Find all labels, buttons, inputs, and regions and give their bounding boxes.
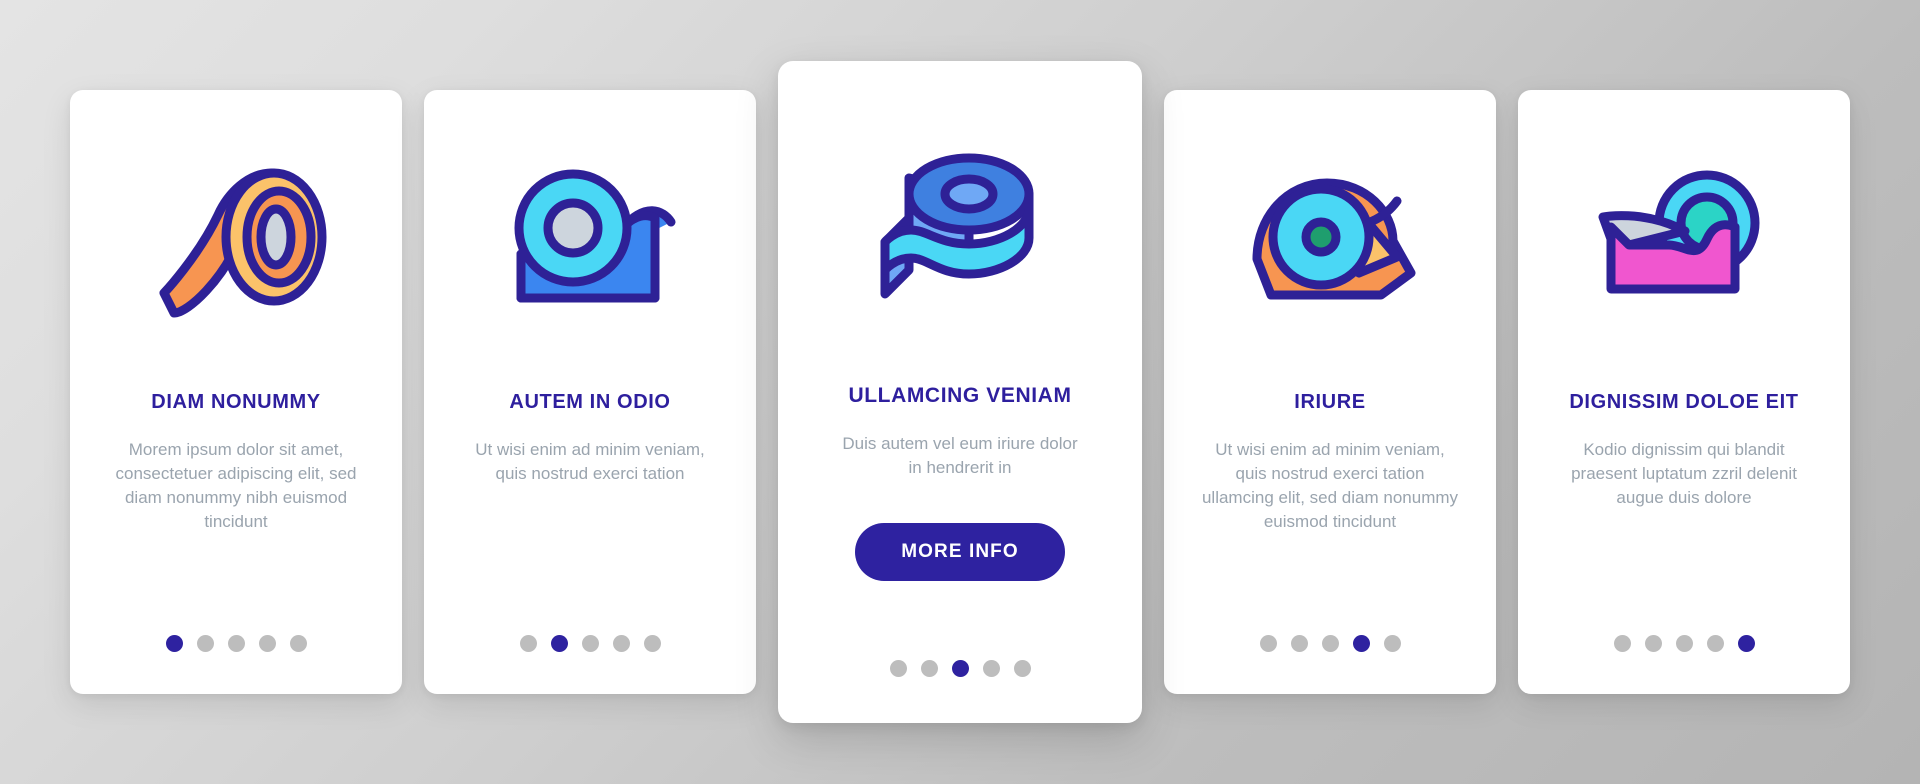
pagination-dot[interactable] bbox=[519, 635, 537, 652]
onboarding-card-1[interactable]: DIAM NONUMMY Morem ipsum dolor sit amet,… bbox=[70, 90, 402, 694]
pagination-dot[interactable] bbox=[1737, 635, 1755, 652]
card-title: DIAM NONUMMY bbox=[151, 391, 321, 413]
pagination-dots[interactable] bbox=[70, 635, 402, 652]
onboarding-card-3-featured[interactable]: ULLAMCING VENIAM Duis autem vel eum iriu… bbox=[778, 61, 1142, 723]
pagination-dot[interactable] bbox=[1613, 635, 1631, 652]
card-title: DIGNISSIM DOLOE EIT bbox=[1569, 391, 1799, 413]
pagination-dot[interactable] bbox=[289, 635, 307, 652]
tape-dispenser-orange-icon bbox=[1188, 90, 1472, 390]
pagination-dot[interactable] bbox=[889, 660, 907, 677]
card-body-text: Ut wisi enim ad minim veniam, quis nostr… bbox=[1201, 440, 1459, 532]
pagination-dots[interactable] bbox=[424, 635, 756, 652]
pagination-dot[interactable] bbox=[550, 635, 568, 652]
pagination-dot[interactable] bbox=[643, 635, 661, 652]
pagination-dot[interactable] bbox=[196, 635, 214, 652]
card-title: IRIURE bbox=[1294, 391, 1366, 413]
pagination-dot[interactable] bbox=[1259, 635, 1277, 652]
onboarding-card-4[interactable]: IRIURE Ut wisi enim ad minim veniam, qui… bbox=[1164, 90, 1496, 694]
pagination-dot[interactable] bbox=[1352, 635, 1370, 652]
onboarding-card-5[interactable]: DIGNISSIM DOLOE EIT Kodio dignissim qui … bbox=[1518, 90, 1850, 694]
pagination-dot[interactable] bbox=[1644, 635, 1662, 652]
more-info-button[interactable]: MORE INFO bbox=[855, 523, 1065, 582]
card-body-text: Morem ipsum dolor sit amet, consectetuer… bbox=[115, 440, 357, 532]
cards-row: DIAM NONUMMY Morem ipsum dolor sit amet,… bbox=[0, 0, 1920, 784]
pagination-dot[interactable] bbox=[1290, 635, 1308, 652]
pagination-dots[interactable] bbox=[1164, 635, 1496, 652]
pagination-dots[interactable] bbox=[1518, 635, 1850, 652]
card-body-text: Kodio dignissim qui blandit praesent lup… bbox=[1571, 440, 1797, 508]
pagination-dots[interactable] bbox=[778, 660, 1142, 677]
pagination-dot[interactable] bbox=[165, 635, 183, 652]
pagination-dot[interactable] bbox=[1321, 635, 1339, 652]
card-body-text: Ut wisi enim ad minim veniam, quis nostr… bbox=[475, 440, 705, 484]
pagination-dot[interactable] bbox=[612, 635, 630, 652]
pagination-dot[interactable] bbox=[581, 635, 599, 652]
tape-roll-orange-icon bbox=[94, 90, 378, 390]
onboarding-card-2[interactable]: AUTEM IN ODIO Ut wisi enim ad minim veni… bbox=[424, 90, 756, 694]
card-body-text: Duis autem vel eum iriure dolor in hendr… bbox=[842, 434, 1078, 478]
pagination-dot[interactable] bbox=[951, 660, 969, 677]
tape-roll-blue-icon bbox=[802, 61, 1118, 383]
onboarding-screens-mockup: DIAM NONUMMY Morem ipsum dolor sit amet,… bbox=[0, 0, 1920, 784]
card-title: AUTEM IN ODIO bbox=[509, 391, 671, 413]
tape-dispenser-pink-icon bbox=[1542, 90, 1826, 390]
pagination-dot[interactable] bbox=[1675, 635, 1693, 652]
pagination-dot[interactable] bbox=[227, 635, 245, 652]
pagination-dot[interactable] bbox=[1383, 635, 1401, 652]
pagination-dot[interactable] bbox=[1013, 660, 1031, 677]
pagination-dot[interactable] bbox=[1706, 635, 1724, 652]
pagination-dot[interactable] bbox=[258, 635, 276, 652]
pagination-dot[interactable] bbox=[982, 660, 1000, 677]
card-title: ULLAMCING VENIAM bbox=[848, 384, 1072, 407]
pagination-dot[interactable] bbox=[920, 660, 938, 677]
tape-dispenser-blue-icon bbox=[448, 90, 732, 390]
